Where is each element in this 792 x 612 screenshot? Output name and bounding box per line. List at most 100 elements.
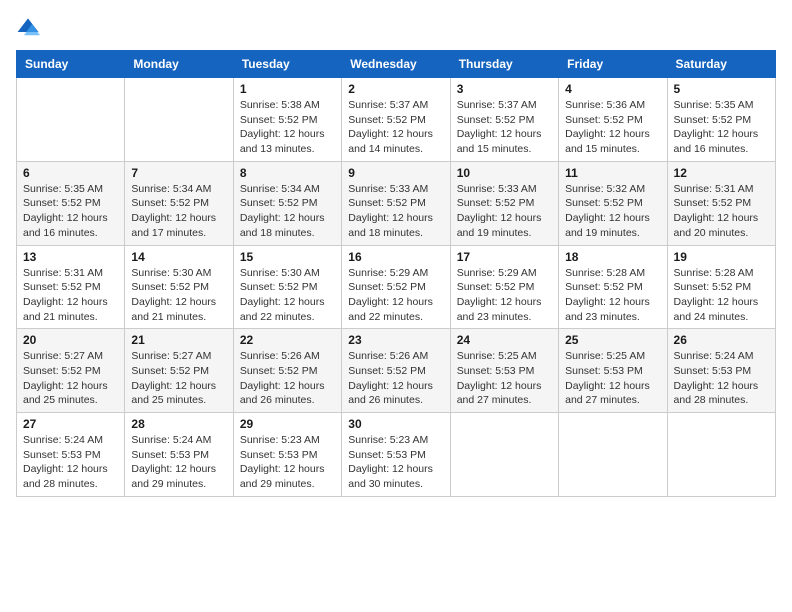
calendar-cell: 20 Sunrise: 5:27 AM Sunset: 5:52 PM Dayli… [17,329,125,413]
day-number: 23 [348,333,443,347]
day-info: Sunrise: 5:34 AM Sunset: 5:52 PM Dayligh… [240,182,335,241]
calendar-cell: 19 Sunrise: 5:28 AM Sunset: 5:52 PM Dayli… [667,245,775,329]
calendar-table: SundayMondayTuesdayWednesdayThursdayFrid… [16,50,776,497]
calendar-cell: 9 Sunrise: 5:33 AM Sunset: 5:52 PM Daylig… [342,161,450,245]
calendar-cell: 3Sunrise: 5:37 AM Sunset: 5:52 PM Daylig… [450,78,558,162]
day-info: Sunrise: 5:24 AM Sunset: 5:53 PM Dayligh… [674,349,769,408]
calendar-cell: 30 Sunrise: 5:23 AM Sunset: 5:53 PM Dayli… [342,413,450,497]
calendar-cell: 27 Sunrise: 5:24 AM Sunset: 5:53 PM Dayli… [17,413,125,497]
calendar-cell: 16 Sunrise: 5:29 AM Sunset: 5:52 PM Dayli… [342,245,450,329]
calendar-cell [17,78,125,162]
day-info: Sunrise: 5:30 AM Sunset: 5:52 PM Dayligh… [240,266,335,325]
calendar-cell: 22 Sunrise: 5:26 AM Sunset: 5:52 PM Dayli… [233,329,341,413]
weekday-header: Friday [559,51,667,78]
day-info: Sunrise: 5:33 AM Sunset: 5:52 PM Dayligh… [348,182,443,241]
calendar-cell: 13 Sunrise: 5:31 AM Sunset: 5:52 PM Dayli… [17,245,125,329]
calendar-cell: 1 Sunrise: 5:38 AM Sunset: 5:52 PM Daylig… [233,78,341,162]
day-number: 29 [240,417,335,431]
calendar-week-row: 6 Sunrise: 5:35 AM Sunset: 5:52 PM Daylig… [17,161,776,245]
day-number: 27 [23,417,118,431]
logo-icon [16,16,40,40]
calendar-cell: 12 Sunrise: 5:31 AM Sunset: 5:52 PM Dayli… [667,161,775,245]
calendar-cell: 15 Sunrise: 5:30 AM Sunset: 5:52 PM Dayli… [233,245,341,329]
day-info: Sunrise: 5:23 AM Sunset: 5:53 PM Dayligh… [240,433,335,492]
day-info: Sunrise: 5:24 AM Sunset: 5:53 PM Dayligh… [131,433,226,492]
calendar-cell: 29 Sunrise: 5:23 AM Sunset: 5:53 PM Dayli… [233,413,341,497]
day-number: 6 [23,166,118,180]
calendar-cell: 11 Sunrise: 5:32 AM Sunset: 5:52 PM Dayli… [559,161,667,245]
day-number: 28 [131,417,226,431]
day-number: 17 [457,250,552,264]
calendar-week-row: 20 Sunrise: 5:27 AM Sunset: 5:52 PM Dayli… [17,329,776,413]
day-number: 18 [565,250,660,264]
day-info: Sunrise: 5:29 AM Sunset: 5:52 PM Dayligh… [348,266,443,325]
day-info: Sunrise: 5:28 AM Sunset: 5:52 PM Dayligh… [565,266,660,325]
calendar-cell: 17Sunrise: 5:29 AM Sunset: 5:52 PM Dayli… [450,245,558,329]
calendar-cell: 23 Sunrise: 5:26 AM Sunset: 5:52 PM Dayli… [342,329,450,413]
day-number: 16 [348,250,443,264]
calendar-cell: 6 Sunrise: 5:35 AM Sunset: 5:52 PM Daylig… [17,161,125,245]
calendar-cell: 10Sunrise: 5:33 AM Sunset: 5:52 PM Dayli… [450,161,558,245]
day-info: Sunrise: 5:27 AM Sunset: 5:52 PM Dayligh… [131,349,226,408]
day-info: Sunrise: 5:33 AM Sunset: 5:52 PM Dayligh… [457,182,552,241]
day-info: Sunrise: 5:38 AM Sunset: 5:52 PM Dayligh… [240,98,335,157]
weekday-header: Monday [125,51,233,78]
day-number: 15 [240,250,335,264]
day-number: 13 [23,250,118,264]
day-number: 20 [23,333,118,347]
day-number: 19 [674,250,769,264]
weekday-header: Sunday [17,51,125,78]
day-info: Sunrise: 5:24 AM Sunset: 5:53 PM Dayligh… [23,433,118,492]
day-number: 5 [674,82,769,96]
day-number: 21 [131,333,226,347]
weekday-header: Wednesday [342,51,450,78]
day-info: Sunrise: 5:26 AM Sunset: 5:52 PM Dayligh… [240,349,335,408]
day-number: 1 [240,82,335,96]
calendar-week-row: 1 Sunrise: 5:38 AM Sunset: 5:52 PM Daylig… [17,78,776,162]
day-info: Sunrise: 5:31 AM Sunset: 5:52 PM Dayligh… [23,266,118,325]
day-info: Sunrise: 5:23 AM Sunset: 5:53 PM Dayligh… [348,433,443,492]
day-number: 22 [240,333,335,347]
calendar-week-row: 13 Sunrise: 5:31 AM Sunset: 5:52 PM Dayli… [17,245,776,329]
calendar-cell: 25Sunrise: 5:25 AM Sunset: 5:53 PM Dayli… [559,329,667,413]
weekday-header: Saturday [667,51,775,78]
day-info: Sunrise: 5:32 AM Sunset: 5:52 PM Dayligh… [565,182,660,241]
weekday-header: Thursday [450,51,558,78]
day-info: Sunrise: 5:30 AM Sunset: 5:52 PM Dayligh… [131,266,226,325]
day-number: 26 [674,333,769,347]
day-info: Sunrise: 5:28 AM Sunset: 5:52 PM Dayligh… [674,266,769,325]
logo [16,16,44,40]
calendar-cell: 7Sunrise: 5:34 AM Sunset: 5:52 PM Daylig… [125,161,233,245]
calendar-cell: 26 Sunrise: 5:24 AM Sunset: 5:53 PM Dayli… [667,329,775,413]
calendar-cell [450,413,558,497]
day-number: 24 [457,333,552,347]
day-number: 30 [348,417,443,431]
calendar-cell: 14 Sunrise: 5:30 AM Sunset: 5:52 PM Dayli… [125,245,233,329]
calendar-cell: 21 Sunrise: 5:27 AM Sunset: 5:52 PM Dayli… [125,329,233,413]
calendar-cell: 4Sunrise: 5:36 AM Sunset: 5:52 PM Daylig… [559,78,667,162]
day-number: 9 [348,166,443,180]
day-info: Sunrise: 5:37 AM Sunset: 5:52 PM Dayligh… [457,98,552,157]
day-number: 2 [348,82,443,96]
day-info: Sunrise: 5:35 AM Sunset: 5:52 PM Dayligh… [23,182,118,241]
day-number: 12 [674,166,769,180]
day-info: Sunrise: 5:37 AM Sunset: 5:52 PM Dayligh… [348,98,443,157]
calendar-cell: 28 Sunrise: 5:24 AM Sunset: 5:53 PM Dayli… [125,413,233,497]
calendar-cell [125,78,233,162]
calendar-cell: 2 Sunrise: 5:37 AM Sunset: 5:52 PM Daylig… [342,78,450,162]
day-number: 14 [131,250,226,264]
page-header [16,16,776,40]
day-info: Sunrise: 5:26 AM Sunset: 5:52 PM Dayligh… [348,349,443,408]
calendar-cell [667,413,775,497]
weekday-header: Tuesday [233,51,341,78]
calendar-cell: 5Sunrise: 5:35 AM Sunset: 5:52 PM Daylig… [667,78,775,162]
day-number: 11 [565,166,660,180]
calendar-cell: 8Sunrise: 5:34 AM Sunset: 5:52 PM Daylig… [233,161,341,245]
day-number: 4 [565,82,660,96]
day-info: Sunrise: 5:27 AM Sunset: 5:52 PM Dayligh… [23,349,118,408]
day-info: Sunrise: 5:25 AM Sunset: 5:53 PM Dayligh… [565,349,660,408]
calendar-week-row: 27 Sunrise: 5:24 AM Sunset: 5:53 PM Dayli… [17,413,776,497]
calendar-cell: 24Sunrise: 5:25 AM Sunset: 5:53 PM Dayli… [450,329,558,413]
day-info: Sunrise: 5:31 AM Sunset: 5:52 PM Dayligh… [674,182,769,241]
calendar-cell: 18 Sunrise: 5:28 AM Sunset: 5:52 PM Dayli… [559,245,667,329]
